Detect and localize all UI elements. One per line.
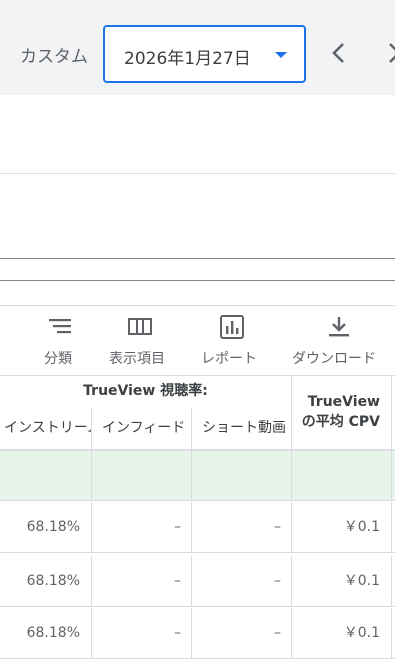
download-label: ダウンロード bbox=[292, 351, 376, 367]
instream-column-header[interactable]: インストリーム bbox=[0, 408, 91, 450]
table-row: 68.18% – – ￥0.1 bbox=[0, 556, 395, 607]
cpv-cell: ￥0.1 bbox=[343, 625, 380, 641]
column-divider bbox=[391, 451, 392, 501]
cpv-cell: ￥0.1 bbox=[343, 519, 380, 535]
column-divider bbox=[91, 608, 92, 659]
column-divider bbox=[191, 502, 192, 553]
infeed-cell: – bbox=[174, 625, 181, 641]
report-icon bbox=[220, 315, 244, 339]
shorts-cell: – bbox=[274, 625, 281, 641]
columns-label: 表示項目 bbox=[109, 351, 165, 367]
cpv-header-line1: TrueView bbox=[307, 394, 380, 410]
chevron-left-icon[interactable] bbox=[326, 38, 350, 68]
segment-button[interactable]: 分類 bbox=[40, 306, 82, 376]
table-row: 68.18% – – ￥0.1 bbox=[0, 608, 395, 659]
infeed-column-header[interactable]: インフィード bbox=[91, 408, 191, 450]
chart-baseline bbox=[0, 258, 395, 259]
chart-gridline bbox=[0, 173, 395, 174]
date-value: 2026年1月27日 bbox=[124, 49, 251, 69]
chevron-right-icon[interactable] bbox=[383, 38, 395, 68]
cpv-header-line2: の平均 CPV bbox=[301, 414, 380, 430]
column-divider bbox=[391, 502, 392, 553]
column-divider bbox=[291, 608, 292, 659]
report-button[interactable]: レポート bbox=[200, 306, 266, 376]
shorts-column-header[interactable]: ショート動画 bbox=[191, 408, 291, 450]
report-label: レポート bbox=[201, 351, 257, 367]
summary-row bbox=[0, 451, 395, 501]
chart-axis-line bbox=[0, 280, 395, 281]
segment-label: 分類 bbox=[44, 351, 72, 367]
instream-cell: 68.18% bbox=[26, 625, 80, 641]
column-divider bbox=[191, 608, 192, 659]
download-button[interactable]: ダウンロード bbox=[291, 306, 391, 376]
column-divider bbox=[91, 451, 92, 501]
cpv-cell: ￥0.1 bbox=[343, 573, 380, 589]
shorts-cell: – bbox=[274, 573, 281, 589]
group-header-text: TrueView 視聴率: bbox=[83, 383, 208, 399]
columns-button[interactable]: 表示項目 bbox=[108, 306, 174, 376]
date-range-label: カスタム bbox=[20, 47, 88, 67]
column-divider bbox=[291, 451, 292, 501]
column-divider bbox=[291, 502, 292, 553]
column-divider bbox=[391, 608, 392, 659]
segment-icon bbox=[49, 319, 71, 334]
date-range-bar: カスタム 2026年1月27日 bbox=[0, 0, 395, 95]
column-divider bbox=[91, 556, 92, 607]
column-divider bbox=[291, 556, 292, 607]
table-toolbar: 分類 表示項目 レポート ダウンロード bbox=[0, 305, 395, 375]
column-divider bbox=[191, 556, 192, 607]
columns-icon bbox=[128, 318, 152, 335]
instream-cell: 68.18% bbox=[26, 519, 80, 535]
column-divider bbox=[391, 556, 392, 607]
avg-cpv-header[interactable]: TrueView の平均 CPV bbox=[291, 376, 392, 450]
column-divider bbox=[191, 451, 192, 501]
dropdown-arrow-icon bbox=[275, 52, 287, 58]
instream-cell: 68.18% bbox=[26, 573, 80, 589]
shorts-cell: – bbox=[274, 519, 281, 535]
trueview-view-rate-header: TrueView 視聴率: bbox=[0, 376, 291, 408]
table-row: 68.18% – – ￥0.1 bbox=[0, 502, 395, 553]
infeed-cell: – bbox=[174, 519, 181, 535]
chart-area bbox=[0, 95, 395, 305]
download-icon bbox=[329, 317, 349, 337]
date-select[interactable]: 2026年1月27日 bbox=[103, 25, 306, 83]
infeed-cell: – bbox=[174, 573, 181, 589]
column-divider bbox=[91, 502, 92, 553]
data-table: TrueView 視聴率: TrueView の平均 CPV インストリーム イ… bbox=[0, 375, 395, 660]
